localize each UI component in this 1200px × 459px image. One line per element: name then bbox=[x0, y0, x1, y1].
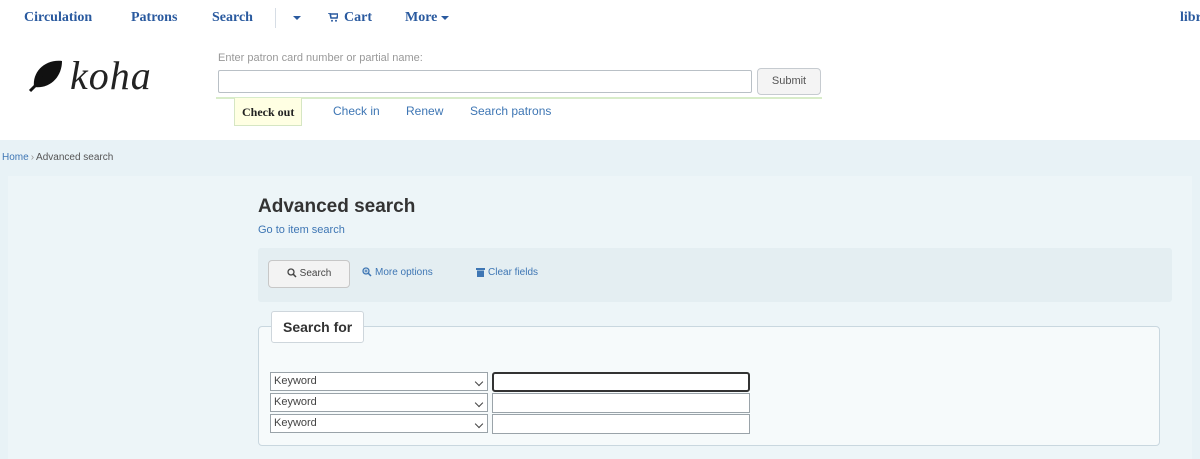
nav-library[interactable]: libr bbox=[1180, 10, 1200, 26]
more-options-label: More options bbox=[375, 267, 433, 278]
chevron-down-icon bbox=[474, 377, 484, 387]
search-for-legend: Search for bbox=[271, 311, 365, 343]
tab-search-patrons[interactable]: Search patrons bbox=[470, 104, 551, 118]
tab-check-in[interactable]: Check in bbox=[333, 104, 380, 118]
search-icon bbox=[287, 268, 297, 278]
breadcrumb-current: Advanced search bbox=[36, 152, 114, 163]
search-row-2: Keyword bbox=[270, 393, 750, 413]
search-index-select-3[interactable]: Keyword bbox=[270, 414, 488, 433]
go-to-item-search-link[interactable]: Go to item search bbox=[258, 224, 345, 236]
search-row-1: Keyword bbox=[270, 372, 750, 392]
more-options-link[interactable]: More options bbox=[362, 267, 433, 278]
cart-icon bbox=[328, 13, 338, 22]
search-index-value-1: Keyword bbox=[274, 375, 317, 387]
search-term-input-1[interactable] bbox=[492, 372, 750, 392]
search-index-value-2: Keyword bbox=[274, 396, 317, 408]
header: koha Enter patron card number or partial… bbox=[0, 38, 1200, 132]
header-tabs-divider bbox=[216, 97, 822, 99]
caret-down-icon bbox=[293, 15, 301, 20]
search-button[interactable]: Search bbox=[268, 260, 350, 288]
search-index-value-3: Keyword bbox=[274, 417, 317, 429]
nav-divider bbox=[275, 8, 276, 28]
search-button-label: Search bbox=[299, 268, 332, 279]
caret-down-icon bbox=[441, 15, 450, 20]
top-navigation: Circulation Patrons Search Cart More lib… bbox=[0, 0, 1200, 38]
nav-cart-label: Cart bbox=[344, 10, 372, 25]
zoom-in-icon bbox=[362, 267, 372, 277]
nav-more-label: More bbox=[405, 10, 438, 25]
search-index-select-2[interactable]: Keyword bbox=[270, 393, 488, 412]
clear-fields-link[interactable]: Clear fields bbox=[476, 267, 538, 278]
patron-search-input[interactable] bbox=[218, 70, 752, 93]
page-title: Advanced search bbox=[258, 196, 416, 217]
chevron-down-icon bbox=[474, 398, 484, 408]
breadcrumb-separator: › bbox=[30, 152, 35, 163]
trash-icon bbox=[476, 268, 485, 277]
tab-check-out[interactable]: Check out bbox=[234, 98, 303, 126]
patron-search-hint: Enter patron card number or partial name… bbox=[218, 52, 423, 64]
submit-button[interactable]: Submit bbox=[757, 68, 821, 95]
breadcrumb-bar: Home › Advanced search bbox=[0, 140, 1200, 176]
koha-leaf-icon bbox=[28, 60, 62, 93]
chevron-down-icon bbox=[474, 419, 484, 429]
nav-cart[interactable]: Cart bbox=[328, 10, 372, 26]
nav-search[interactable]: Search bbox=[212, 10, 253, 26]
nav-search-dropdown[interactable] bbox=[289, 10, 301, 26]
breadcrumb-home-link[interactable]: Home bbox=[2, 152, 29, 163]
nav-circulation[interactable]: Circulation bbox=[24, 10, 92, 26]
koha-logo[interactable]: koha bbox=[28, 52, 198, 98]
logo-text: koha bbox=[70, 53, 152, 98]
search-index-select-1[interactable]: Keyword bbox=[270, 372, 488, 391]
search-row-3: Keyword bbox=[270, 414, 750, 434]
search-toolbar: Search More options Clear fields bbox=[258, 248, 1172, 302]
clear-fields-label: Clear fields bbox=[488, 267, 539, 278]
breadcrumb: Home › Advanced search bbox=[2, 152, 113, 163]
nav-more[interactable]: More bbox=[405, 10, 450, 26]
search-term-input-3[interactable] bbox=[492, 414, 750, 434]
nav-patrons[interactable]: Patrons bbox=[131, 10, 177, 26]
search-term-input-2[interactable] bbox=[492, 393, 750, 413]
tab-renew[interactable]: Renew bbox=[406, 104, 443, 118]
